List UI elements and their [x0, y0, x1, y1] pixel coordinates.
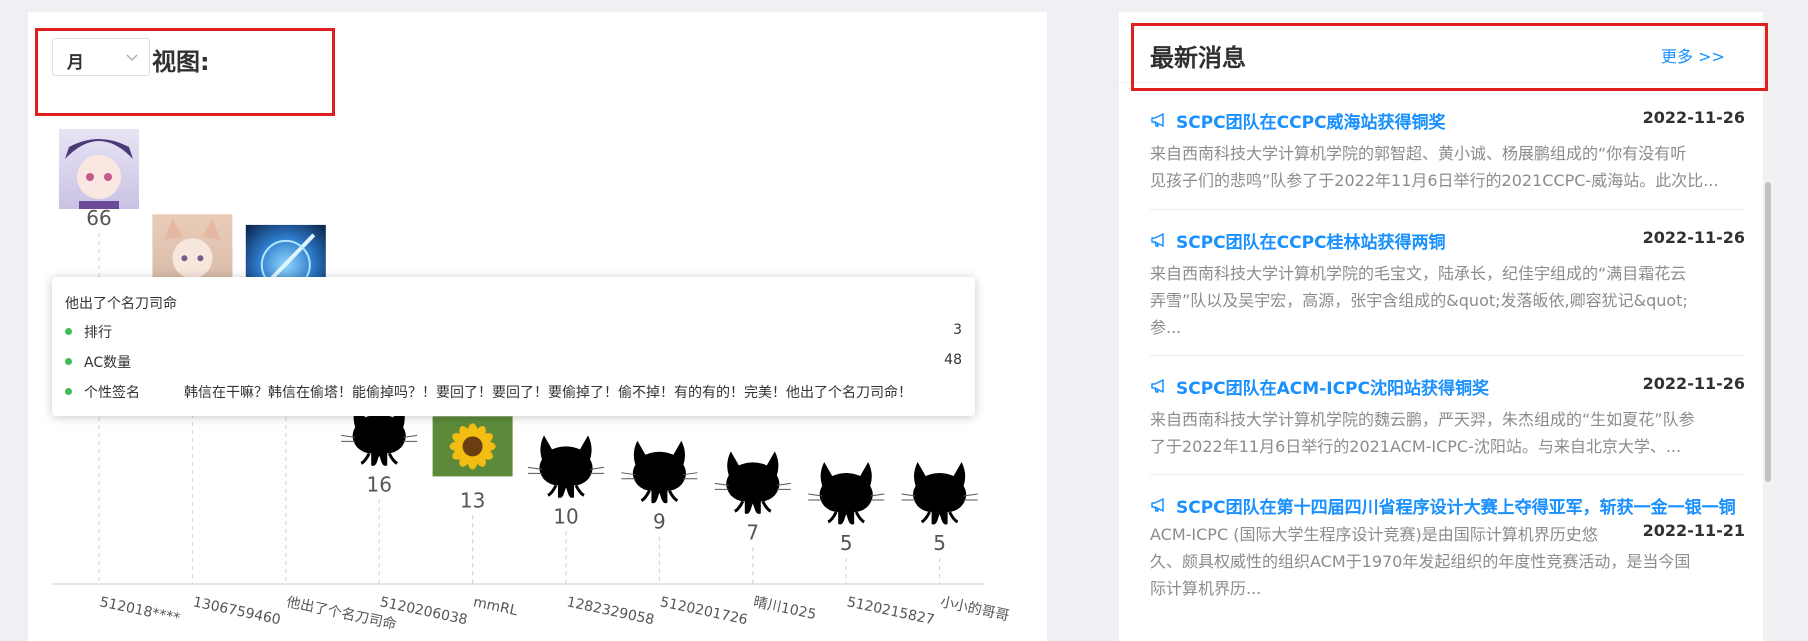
tooltip-rank-label: 排行 [84, 325, 112, 341]
megaphone-icon [1151, 233, 1164, 247]
tooltip-ac-label: AC数量 [84, 355, 132, 371]
news-summary-line: 际计算机界历... [1150, 579, 1262, 598]
series-dot-icon [65, 328, 72, 335]
news-summary-line: 来自西南科技大学计算机学院的魏云鹏，严天羿，朱杰组成的“生如夏花”队参 [1150, 410, 1695, 429]
news-summary-line: 来自西南科技大学计算机学院的毛宝文，陆承长，纪佳宇组成的“满目霜花云 [1150, 264, 1687, 283]
tooltip-rank-value: 3 [953, 322, 962, 338]
news-title-link[interactable]: SCPC团队在CCPC桂林站获得两铜 [1176, 228, 1446, 253]
github-octocat-avatar [619, 439, 699, 505]
megaphone-icon [1151, 379, 1164, 393]
bar-value-label: 10 [553, 504, 578, 528]
annotation-box-view-selector [35, 28, 335, 116]
tooltip-row-signature: 个性签名 韩信在干嘛？韩信在偷塔！能偷掉吗？！要回了！要回了！要偷掉了！偷不掉！… [65, 382, 962, 402]
anime-girl-avatar [59, 129, 139, 209]
bar-value-label: 16 [366, 472, 391, 496]
news-summary: 来自西南科技大学计算机学院的魏云鹏，严天羿，朱杰组成的“生如夏花”队参 了于20… [1150, 406, 1745, 460]
github-octocat-avatar [900, 460, 980, 526]
divider [1150, 209, 1745, 210]
news-summary-line: 参... [1150, 318, 1182, 337]
news-summary-line: 见孩子们的悲鸣”队参了于2022年11月6日举行的2021CCPC-威海站。此次… [1150, 171, 1719, 190]
tooltip-signature-value: 韩信在干嘛？韩信在偷塔！能偷掉吗？！要回了！要回了！要偷掉了！偷不掉！有的有的！… [184, 385, 912, 401]
x-tick-label: 5120215827 [845, 594, 935, 628]
bar-value-label: 13 [460, 488, 485, 512]
x-tick-label: mmRL [472, 594, 519, 619]
news-date: 2022-11-26 [1642, 108, 1745, 127]
megaphone-icon [1151, 113, 1164, 127]
news-title-link[interactable]: SCPC团队在ACM-ICPC沈阳站获得铜奖 [1176, 374, 1489, 399]
bar-value-label: 9 [653, 510, 666, 534]
tooltip-signature-label: 个性签名 [84, 385, 140, 401]
github-octocat-avatar [713, 449, 793, 516]
news-summary-line: 弄雪”队以及吴宇宏，高源，张宇含组成的&quot;发落皈依,卿容犹记&quot; [1150, 291, 1688, 310]
news-summary: 来自西南科技大学计算机学院的毛宝文，陆承长，纪佳宇组成的“满目霜花云 弄雪”队以… [1150, 260, 1745, 341]
bar-value-label: 66 [86, 206, 111, 230]
bar-value-label: 5 [840, 531, 853, 555]
annotation-box-news-header [1131, 23, 1768, 91]
tooltip-row-ac: AC数量 48 [65, 352, 962, 372]
divider [1150, 474, 1745, 475]
series-dot-icon [65, 358, 72, 365]
github-octocat-avatar [526, 433, 606, 500]
x-tick-label: 1306759460 [192, 594, 282, 628]
x-tick-label: 晴川1025 [752, 594, 818, 623]
news-summary-line: 来自西南科技大学计算机学院的郭智超、黄小诚、杨展鹏组成的“你有没有听 [1150, 144, 1687, 163]
chart-tooltip: 他出了个名刀司命 排行 3 AC数量 48 个性签名 韩信在干嘛？韩信在偷塔！能… [52, 277, 975, 416]
news-date: 2022-11-26 [1642, 228, 1745, 247]
news-summary-line: ACM-ICPC (国际大学生程序设计竞赛)是由国际计算机界历史悠 [1150, 525, 1598, 544]
bar-value-label: 5 [933, 531, 946, 555]
sunflower-avatar [432, 416, 513, 477]
x-tick-label: 小小的哥哥 [939, 594, 1011, 624]
news-title-link[interactable]: SCPC团队在CCPC威海站获得铜奖 [1176, 108, 1446, 133]
news-summary: 来自西南科技大学计算机学院的郭智超、黄小诚、杨展鹏组成的“你有没有听 见孩子们的… [1150, 140, 1745, 194]
divider [1150, 355, 1745, 356]
tooltip-row-rank: 排行 3 [65, 322, 962, 342]
news-summary-line: 了于2022年11月6日举行的2021ACM-ICPC-沈阳站。与来自北京大学、… [1150, 437, 1682, 456]
news-summary: ACM-ICPC (国际大学生程序设计竞赛)是由国际计算机界历史悠 久、颇具权威… [1150, 521, 1745, 602]
x-tick-label: 512018**** [98, 594, 181, 627]
github-octocat-avatar [806, 460, 886, 526]
series-dot-icon [65, 388, 72, 395]
bar-value-label: 7 [746, 520, 759, 544]
tooltip-title: 他出了个名刀司命 [65, 296, 177, 312]
news-title-link[interactable]: SCPC团队在第十四届四川省程序设计大赛上夺得亚军，斩获一金一银一铜 [1176, 493, 1736, 518]
news-date: 2022-11-26 [1642, 374, 1745, 393]
scrollbar-thumb[interactable] [1765, 182, 1771, 482]
x-tick-label: 5120201726 [659, 594, 750, 628]
news-scrollbar[interactable] [1763, 12, 1773, 641]
tooltip-ac-value: 48 [944, 352, 962, 368]
megaphone-icon [1151, 498, 1164, 512]
x-tick-label: 1282329058 [565, 594, 655, 628]
news-summary-line: 久、颇具权威性的组织ACM于1970年发起组织的年度性竞赛活动，是当今国 [1150, 552, 1691, 571]
